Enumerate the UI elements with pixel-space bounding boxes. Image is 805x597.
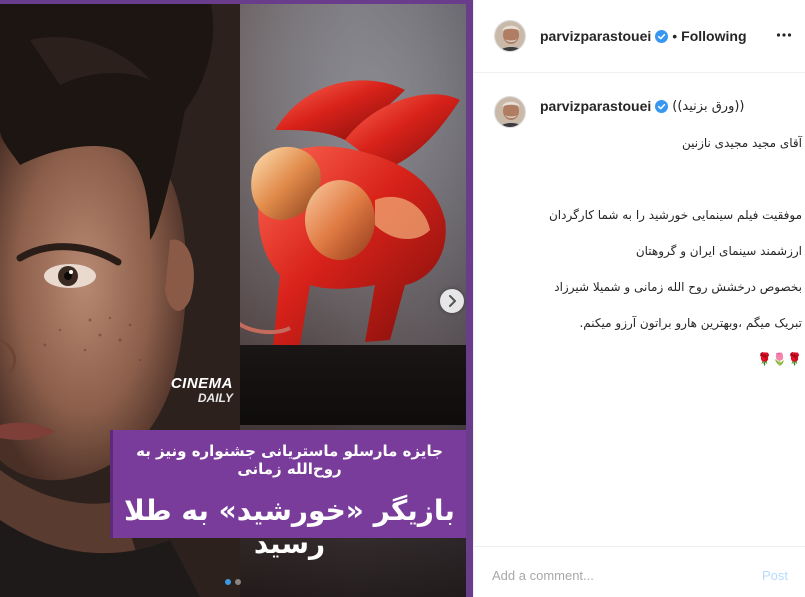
headline-banner: جایزه مارسلو ماستریانی جشنواره ونیز به ر… [110, 430, 466, 560]
more-horizontal-icon [776, 33, 792, 37]
caption-user-line: parvizparastouei ((ورق بزنید)) [540, 98, 800, 114]
profile-photo [495, 97, 525, 127]
media-frame-right [466, 0, 473, 597]
lion-trophy-image [233, 80, 460, 348]
comment-bar: Post [474, 557, 805, 593]
carousel-dot-1 [225, 579, 231, 585]
caption-line: ارزشمند سینمای ایران و گروهتان [635, 244, 802, 258]
logo-line-2: DAILY [197, 391, 233, 405]
chevron-right-icon [449, 295, 456, 307]
media-frame-top [0, 0, 473, 4]
caption-emoji-line: 🌹🌷🌹 [757, 352, 802, 366]
caption-line: موفقیت فیلم سینمایی خورشید را به شما کار… [548, 208, 802, 222]
profile-photo [495, 21, 525, 51]
carousel-next-button[interactable] [440, 289, 464, 313]
avatar[interactable] [494, 20, 526, 52]
verified-badge-icon [655, 29, 669, 43]
verified-badge-icon [655, 99, 669, 113]
header-username[interactable]: parvizparastouei [540, 28, 651, 44]
caption-line: بخصوص درخشش روح الله زمانی و شمیلا شیرزا… [554, 280, 802, 294]
separator-dot: • [672, 28, 678, 44]
post-sidebar: parvizparastouei • Following parvizparas… [473, 0, 805, 597]
headline-title: بازیگر «خورشید» به طلا رسید [124, 494, 455, 560]
caption-tag: ((ورق بزنید)) [672, 98, 745, 114]
logo-line-1: CINEMA [170, 375, 233, 392]
caption-avatar[interactable] [494, 96, 526, 128]
post-comment-button[interactable]: Post [762, 568, 788, 583]
post-header: parvizparastouei • Following [474, 0, 805, 73]
carousel-indicator [225, 579, 241, 585]
caption-line: تبریک میگم ،وبهترین هارو براتون آرزو میک… [579, 316, 802, 330]
following-button[interactable]: Following [681, 28, 746, 44]
headline-subtitle: جایزه مارسلو ماستریانی جشنواره ونیز به ر… [136, 442, 443, 478]
carousel-dot-2 [235, 579, 241, 585]
caption-username[interactable]: parvizparastouei [540, 98, 651, 114]
caption-line: آقای مجید مجیدی نازنین [681, 136, 802, 150]
caption-text: آقای مجید مجیدی نازنین موفقیت فیلم سینما… [540, 116, 802, 386]
cinema-daily-logo: CINEMA DAILY [155, 376, 233, 406]
comment-input[interactable] [492, 567, 762, 583]
post-media[interactable]: CINEMA DAILY جایزه مارسلو ماستریانی جشنو… [0, 0, 473, 597]
more-options-button[interactable] [776, 27, 792, 48]
comment-divider [474, 546, 805, 547]
